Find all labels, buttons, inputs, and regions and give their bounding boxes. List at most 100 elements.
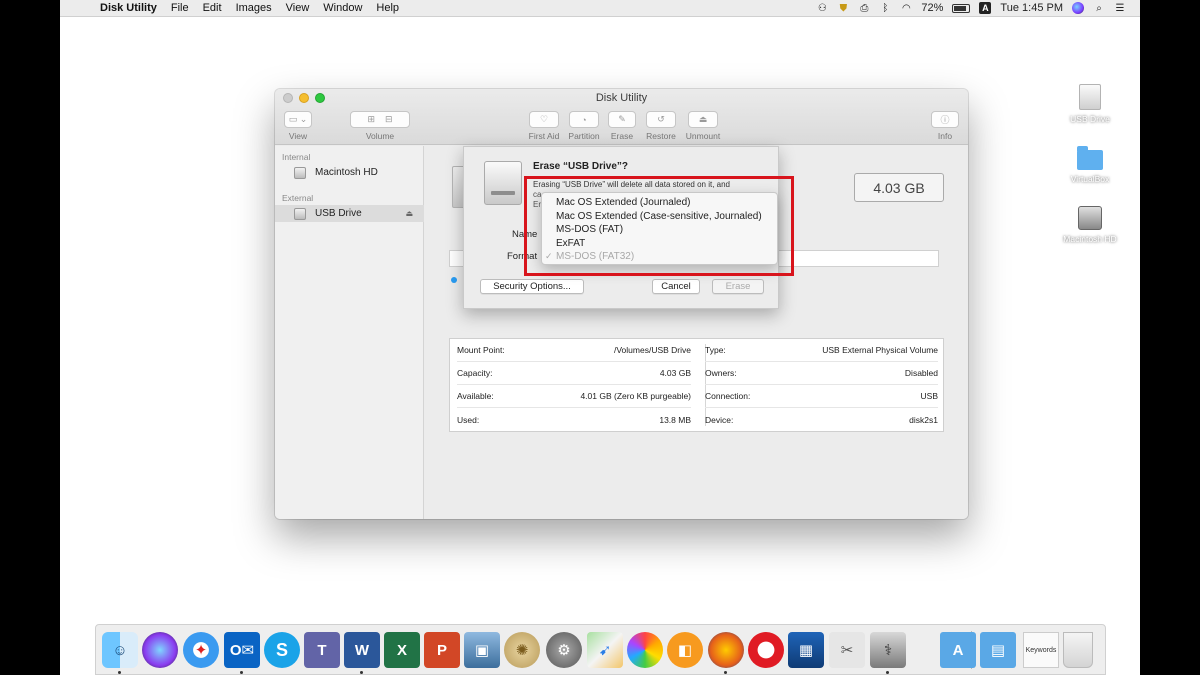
- menu-window[interactable]: Window: [323, 2, 362, 14]
- photo-slideshow-icon[interactable]: ✺: [504, 632, 540, 668]
- finder-icon[interactable]: ☺: [102, 632, 138, 668]
- usb-drive-large-icon: [484, 161, 522, 205]
- used-legend-dot: [451, 277, 457, 283]
- word-icon[interactable]: W: [344, 632, 380, 668]
- virtualbox-icon[interactable]: ▦: [788, 632, 824, 668]
- window-titlebar: Disk Utility ▭ ⌄ View ⊞ ⊟ Volume ♡ First…: [275, 89, 968, 145]
- wifi-icon[interactable]: ◠: [900, 3, 912, 14]
- restore-label: Restore: [646, 131, 676, 141]
- menu-file[interactable]: File: [171, 2, 189, 14]
- running-indicator: [240, 671, 243, 674]
- disk-utility-icon[interactable]: ⚕: [870, 632, 906, 668]
- desktop-icon-virtualbox[interactable]: VirtualBox: [1050, 146, 1130, 184]
- info-button[interactable]: ⓘ: [931, 111, 959, 128]
- unmount-button[interactable]: ⏏: [688, 111, 718, 128]
- eject-icon: ⏏: [698, 114, 708, 124]
- info-key: Device:: [705, 414, 734, 425]
- usb-drive-icon: [1079, 84, 1101, 110]
- desktop-icon-macintosh-hd[interactable]: Macintosh HD: [1050, 206, 1130, 244]
- security-options-button[interactable]: Security Options...: [480, 279, 584, 294]
- external-disk-icon: [294, 207, 306, 220]
- erase-confirm-button[interactable]: Erase: [712, 279, 764, 294]
- spotlight-search-icon[interactable]: ⌕: [1093, 3, 1105, 14]
- running-indicator: [360, 671, 363, 674]
- partition-button[interactable]: ◔: [569, 111, 599, 128]
- info-value: USB External Physical Volume: [822, 345, 938, 355]
- internal-disk-icon: [294, 166, 306, 179]
- siri-menubar-icon[interactable]: [1072, 2, 1084, 14]
- menu-app-name[interactable]: Disk Utility: [100, 2, 157, 14]
- erase-button[interactable]: ✎: [608, 111, 636, 128]
- photos-icon[interactable]: [627, 632, 663, 668]
- view-label: View: [288, 131, 308, 141]
- bluetooth-icon[interactable]: ᛒ: [879, 3, 891, 14]
- info-key: Owners:: [705, 368, 737, 378]
- desktop-screen: Disk Utility File Edit Images View Windo…: [60, 0, 1140, 675]
- ibooks-icon[interactable]: ◧: [667, 632, 703, 668]
- desktop-icon-usb-drive[interactable]: USB Drive: [1050, 84, 1130, 124]
- skype-icon[interactable]: S: [264, 632, 300, 668]
- battery-icon[interactable]: [952, 3, 971, 13]
- grapher-icon[interactable]: ✂: [829, 632, 865, 668]
- volume-button-group[interactable]: ⊞ ⊟: [350, 111, 410, 128]
- excel-icon[interactable]: X: [384, 632, 420, 668]
- maps-icon[interactable]: ➹: [587, 632, 623, 668]
- safari-icon[interactable]: ✦: [183, 632, 219, 668]
- info-value: disk2s1: [909, 414, 938, 425]
- restore-icon: ↺: [657, 114, 665, 124]
- menu-images[interactable]: Images: [236, 2, 272, 14]
- running-indicator: [118, 671, 121, 674]
- menu-view[interactable]: View: [286, 2, 310, 14]
- applications-folder-icon[interactable]: A: [940, 632, 976, 668]
- info-label: Info: [937, 131, 953, 141]
- menubar-clock[interactable]: Tue 1:45 PM: [1000, 2, 1063, 14]
- volume-label: Volume: [365, 131, 395, 141]
- menu-help[interactable]: Help: [376, 2, 399, 14]
- trash-icon[interactable]: [1063, 632, 1093, 668]
- info-row: Capacity: 4.03 GB: [457, 362, 691, 385]
- info-key: Mount Point:: [457, 345, 505, 355]
- powerpoint-icon[interactable]: P: [424, 632, 460, 668]
- system-preferences-icon[interactable]: ⚙: [546, 632, 582, 668]
- opera-icon[interactable]: [748, 632, 784, 668]
- erase-sheet-title: Erase “USB Drive”?: [533, 161, 629, 172]
- view-button[interactable]: ▭ ⌄: [284, 111, 312, 128]
- firefox-icon[interactable]: [708, 632, 744, 668]
- volume-size-badge: 4.03 GB: [854, 173, 944, 202]
- notification-center-icon[interactable]: ☰: [1114, 3, 1126, 14]
- input-source-icon[interactable]: A: [979, 2, 992, 14]
- battery-percent[interactable]: 72%: [921, 2, 943, 14]
- security-shield-icon[interactable]: ⛊: [837, 3, 849, 14]
- cancel-button[interactable]: Cancel: [652, 279, 700, 294]
- info-row: Used: 13.8 MB: [457, 408, 691, 431]
- volume-info-table: Mount Point: /Volumes/USB Drive Capacity:…: [449, 338, 944, 432]
- siri-icon[interactable]: [142, 632, 178, 668]
- sidebar-item-macintosh-hd[interactable]: Macintosh HD: [275, 164, 424, 181]
- stethoscope-icon: ♡: [539, 114, 549, 124]
- running-indicator: [886, 671, 889, 674]
- teams-icon[interactable]: T: [304, 632, 340, 668]
- printer-icon[interactable]: ⎙: [858, 3, 870, 14]
- partition-label: Partition: [568, 131, 600, 141]
- preview-icon[interactable]: ▣: [464, 632, 500, 668]
- info-key: Used:: [457, 414, 480, 425]
- user-lock-icon[interactable]: ⚇: [816, 3, 828, 14]
- desktop-icon-label: USB Drive: [1070, 114, 1110, 124]
- keywords-file-icon[interactable]: Keywords: [1023, 632, 1059, 668]
- first-aid-button[interactable]: ♡: [529, 111, 559, 128]
- info-value: /Volumes/USB Drive: [614, 345, 691, 355]
- sidebar-item-label: USB Drive: [315, 208, 362, 219]
- info-icon: ⓘ: [940, 115, 950, 125]
- red-highlight-box: [524, 176, 794, 276]
- menu-edit[interactable]: Edit: [203, 2, 222, 14]
- outlook-icon[interactable]: O✉: [224, 632, 260, 668]
- sidebar-item-usb-drive[interactable]: USB Drive ⏏: [275, 205, 424, 222]
- sidebar-header-external: External: [282, 193, 314, 203]
- eject-icon[interactable]: ⏏: [405, 209, 413, 218]
- documents-folder-icon[interactable]: ▤: [980, 632, 1016, 668]
- info-row: Type: USB External Physical Volume: [705, 339, 938, 362]
- restore-button[interactable]: ↺: [646, 111, 676, 128]
- folder-icon: [1077, 146, 1103, 170]
- info-row: Device: disk2s1: [705, 408, 938, 431]
- sidebar: Internal Macintosh HD External USB Drive…: [275, 146, 424, 519]
